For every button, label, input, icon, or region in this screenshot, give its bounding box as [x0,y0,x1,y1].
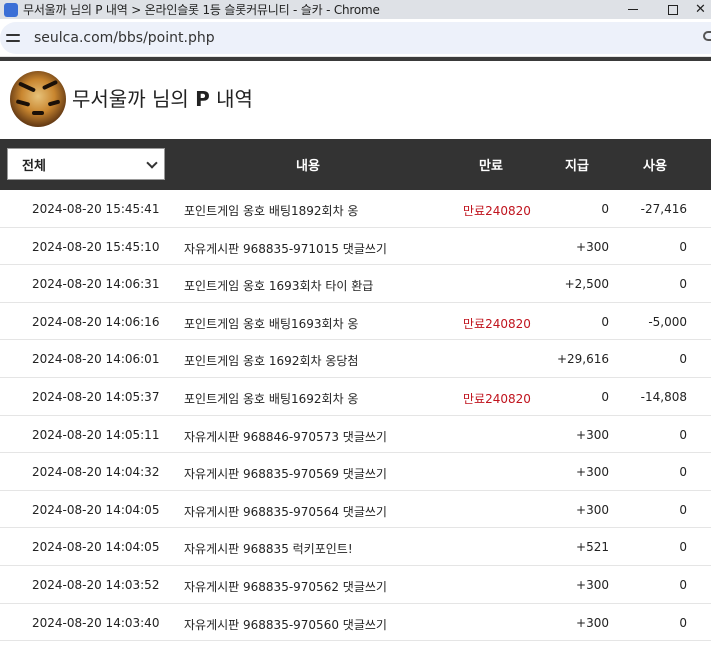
row-date: 2024-08-20 14:03:40 [32,615,160,630]
row-description: 자유게시판 968846-970573 댓글쓰기 [184,429,387,444]
row-use: 0 [679,465,687,480]
row-description: 자유게시판 968835-970562 댓글쓰기 [184,579,387,594]
url-text[interactable]: seulca.com/bbs/point.php [34,30,215,46]
row-use: 0 [679,577,687,592]
omnibox[interactable]: seulca.com/bbs/point.php [0,22,711,54]
minimize-icon [628,9,638,10]
row-date: 2024-08-20 14:06:01 [32,352,160,367]
row-description: 포인트게임 옹호 배팅1692회차 옹 [184,391,359,406]
row-expire: 만료240820 [463,316,531,331]
column-header-give: 지급 [565,159,589,174]
page-title-bold: P [195,87,210,111]
row-description: 자유게시판 968835-970569 댓글쓰기 [184,467,387,482]
row-give: +300 [576,577,609,592]
row-description: 자유게시판 968835 럭키포인트! [184,542,353,557]
page-title-prefix: 무서울까 님의 [72,87,196,111]
row-expire: 만료240820 [463,391,531,406]
window-title: 무서울까 님의 P 내역 > 온라인슬롯 1등 슬롯커뮤니티 - 슬카 - Ch… [23,3,380,17]
row-date: 2024-08-20 14:06:31 [32,277,160,292]
table-row: 2024-08-20 14:04:32 자유게시판 968835-970569 댓… [0,453,711,491]
row-give: 0 [601,314,609,329]
row-use: -14,808 [640,389,687,404]
close-button[interactable]: ✕ [690,0,711,19]
row-give: +300 [576,239,609,254]
point-history-table: 2024-08-20 15:45:41 포인트게임 옹호 배팅1892회차 옹 만료… [0,190,711,657]
table-header: 전체 내용 만료 지급 사용 [0,139,711,190]
table-row: 2024-08-20 14:03:52 자유게시판 968835-970562 댓… [0,566,711,604]
table-row: 2024-08-20 14:04:05 자유게시판 968835 럭키포인트! +5… [0,528,711,566]
row-use: -27,416 [640,202,687,216]
table-row: 2024-08-20 15:45:10 자유게시판 968835-971015 댓… [0,228,711,266]
table-row: 2024-08-20 15:45:41 포인트게임 옹호 배팅1892회차 옹 만료… [0,190,711,228]
row-expire: 만료240820 [463,204,531,218]
table-row: 2024-08-20 14:06:16 포인트게임 옹호 배팅1693회차 옹 만료… [0,303,711,341]
row-give: +300 [576,465,609,480]
row-description: 포인트게임 옹호 1693회차 타이 환급 [184,279,374,294]
row-use: -5,000 [648,314,687,329]
row-date: 2024-08-20 14:06:16 [32,314,160,329]
row-description: 자유게시판 968835-971015 댓글쓰기 [184,241,387,256]
row-use: 0 [679,239,687,254]
row-give: +2,500 [564,277,609,292]
address-bar-area: seulca.com/bbs/point.php [0,19,711,57]
table-row: 2024-08-20 14:05:37 포인트게임 옹호 배팅1692회차 옹 만료… [0,378,711,416]
close-icon: ✕ [695,2,706,17]
tune-icon-line [6,34,20,36]
tune-icon-line [6,40,20,42]
row-give: +300 [576,502,609,517]
row-use: 0 [679,277,687,292]
row-give: 0 [601,202,609,216]
tune-icon[interactable] [6,28,26,48]
chevron-down-icon [146,157,158,169]
row-description: 자유게시판 968835-970564 댓글쓰기 [184,504,387,519]
page-title-suffix: 내역 [209,87,253,111]
row-give: +29,616 [556,352,609,367]
row-date: 2024-08-20 14:03:52 [32,577,160,592]
page-header: 무서울까 님의 P 내역 [0,61,711,139]
browser-title-bar: 무서울까 님의 P 내역 > 온라인슬롯 1등 슬롯커뮤니티 - 슬카 - Ch… [0,0,711,19]
row-use: 0 [679,615,687,630]
row-give: +300 [576,427,609,442]
table-row: 2024-08-20 14:06:01 포인트게임 옹호 1692회차 옹당첨 +2… [0,340,711,378]
avatar [10,71,66,127]
row-give: +300 [576,615,609,630]
row-date: 2024-08-20 14:04:05 [32,540,160,555]
row-date: 2024-08-20 14:04:32 [32,465,160,480]
filter-select[interactable]: 전체 [7,148,165,180]
row-use: 0 [679,352,687,367]
row-give: +521 [576,540,609,555]
column-header-use: 사용 [643,159,667,174]
row-date: 2024-08-20 15:45:41 [32,202,160,216]
row-use: 0 [679,540,687,555]
row-use: 0 [679,427,687,442]
row-description: 포인트게임 옹호 1692회차 옹당첨 [184,354,359,369]
maximize-icon [668,4,678,15]
page-title: 무서울까 님의 P 내역 [72,83,253,112]
table-row: 2024-08-20 14:04:05 자유게시판 968835-970564 댓… [0,491,711,529]
filter-select-value: 전체 [22,158,46,174]
chrome-app-icon [4,2,18,17]
row-date: 2024-08-20 15:45:10 [32,239,160,254]
table-row: 2024-08-20 14:03:40 자유게시판 968835-970560 댓… [0,604,711,642]
row-date: 2024-08-20 14:05:37 [32,389,160,404]
row-description: 포인트게임 옹호 배팅1693회차 옹 [184,316,359,331]
row-date: 2024-08-20 14:05:11 [32,427,160,442]
extension-icon[interactable] [703,31,711,41]
row-description: 자유게시판 968835-970560 댓글쓰기 [184,617,387,632]
column-header-expire: 만료 [479,159,503,174]
column-header-content: 내용 [296,159,320,174]
row-description: 포인트게임 옹호 배팅1892회차 옹 [184,204,359,218]
row-date: 2024-08-20 14:04:05 [32,502,160,517]
row-give: 0 [601,389,609,404]
row-use: 0 [679,502,687,517]
table-row: 2024-08-20 14:05:11 자유게시판 968846-970573 댓… [0,416,711,454]
table-row: 2024-08-20 14:06:31 포인트게임 옹호 1693회차 타이 환급… [0,265,711,303]
